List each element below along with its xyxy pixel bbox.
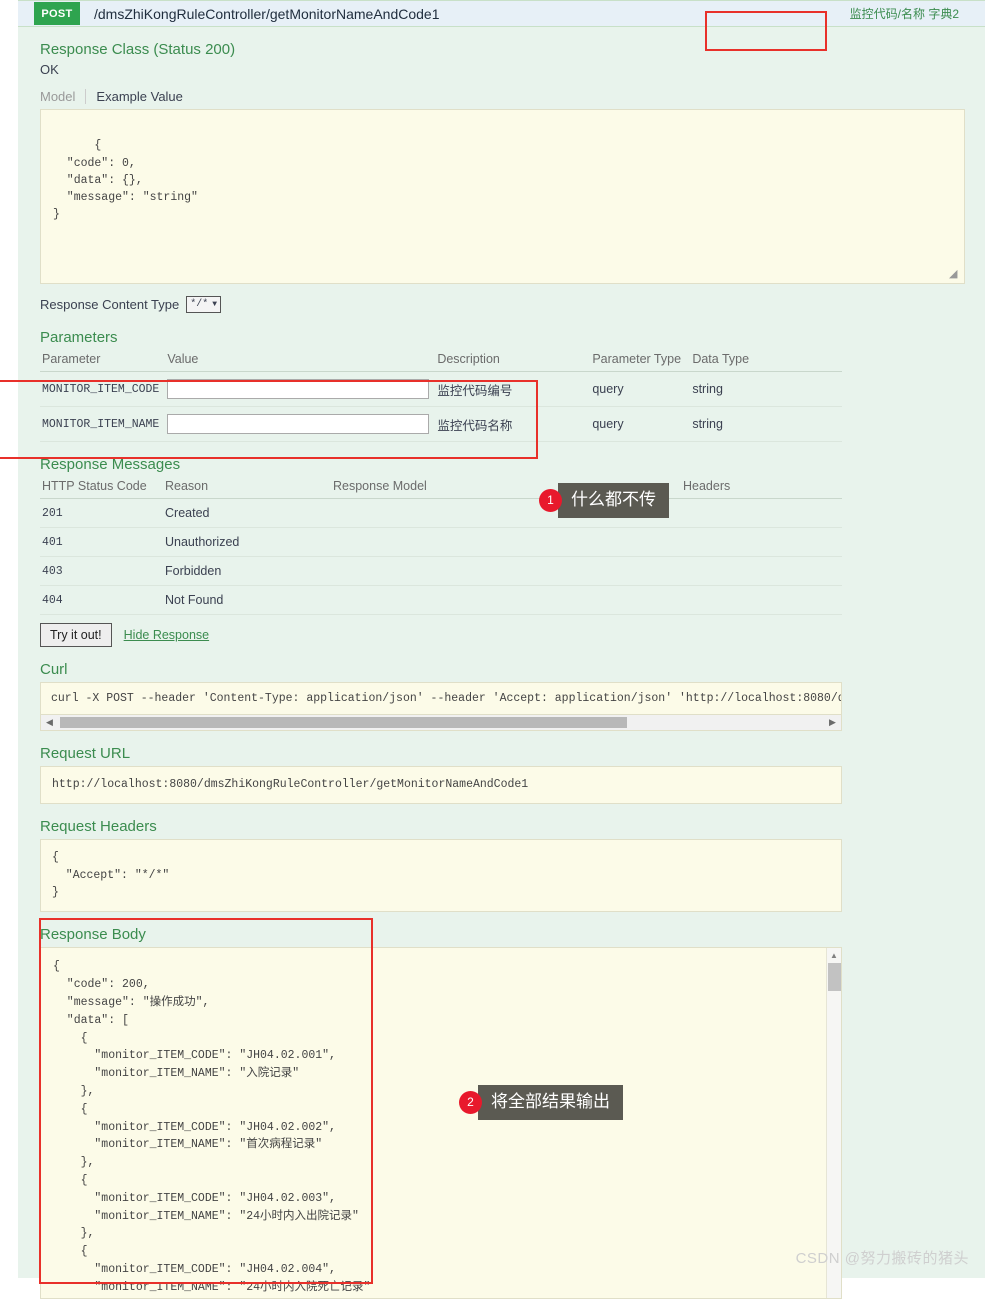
status-reason: Created	[163, 498, 331, 528]
csdn-watermark: CSDN @努力搬砖的猪头	[795, 1250, 969, 1267]
request-url-box: http://localhost:8080/dmsZhiKongRuleCont…	[40, 766, 842, 804]
callout-number: 2	[460, 1091, 481, 1113]
param-data-type: string	[690, 371, 842, 407]
param-value-cell	[165, 406, 436, 442]
status-headers	[681, 498, 842, 528]
param-type: query	[590, 406, 691, 442]
request-headers-box: { "Accept": "*/*" }	[40, 838, 842, 913]
status-headers	[681, 585, 842, 615]
curl-horizontal-scrollbar[interactable]: ◀ ▶	[41, 714, 841, 730]
response-messages-table: HTTP Status Code Reason Response Model H…	[40, 477, 842, 615]
col-headers: Headers	[681, 477, 842, 499]
scroll-thumb[interactable]	[827, 963, 841, 992]
try-it-out-button[interactable]: Try it out!	[40, 623, 112, 647]
response-body-vertical-scrollbar[interactable]: ▲	[826, 948, 841, 1299]
status-code: 404	[40, 585, 163, 615]
action-row: Try it out! Hide Response	[40, 623, 965, 647]
parameters-table: Parameter Value Description Parameter Ty…	[40, 350, 842, 442]
param-type: query	[590, 371, 691, 407]
operation-summary-link[interactable]: 监控代码/名称 字典2	[850, 5, 977, 22]
operation-header[interactable]: POST /dmsZhiKongRuleController/getMonito…	[18, 0, 985, 27]
operation-body: Response Class (Status 200) OK Model Exa…	[0, 11, 985, 1299]
table-row: 201 Created	[40, 498, 842, 528]
response-messages-header-row: HTTP Status Code Reason Response Model H…	[40, 477, 842, 499]
status-model	[331, 556, 681, 586]
table-row: MONITOR_ITEM_CODE 监控代码编号 query string	[40, 371, 842, 407]
callout-text: 什么都不传	[558, 483, 669, 518]
param-value-cell	[165, 371, 436, 407]
col-http-status-code: HTTP Status Code	[40, 477, 163, 499]
status-reason: Forbidden	[163, 556, 331, 586]
operation-path: /dmsZhiKongRuleController/getMonitorName…	[94, 5, 440, 22]
table-row: MONITOR_ITEM_NAME 监控代码名称 query string	[40, 406, 842, 442]
scroll-left-arrow-icon[interactable]: ◀	[41, 717, 58, 728]
param-value-input-monitor-item-code[interactable]	[167, 379, 430, 399]
http-method-badge: POST	[34, 2, 80, 25]
col-reason: Reason	[163, 477, 331, 499]
col-value: Value	[165, 350, 436, 372]
tab-model[interactable]: Model	[40, 89, 85, 104]
table-row: 401 Unauthorized	[40, 527, 842, 557]
example-value-code: { "code": 0, "data": {}, "message": "str…	[53, 139, 198, 222]
tab-example-value[interactable]: Example Value	[85, 89, 192, 104]
scroll-right-arrow-icon[interactable]: ▶	[824, 717, 841, 728]
scroll-track[interactable]	[58, 717, 824, 728]
request-url-heading: Request URL	[40, 745, 131, 762]
status-code: 403	[40, 556, 163, 586]
callout-1: 1 什么都不传	[540, 483, 669, 518]
chevron-down-icon: ▼	[212, 300, 218, 309]
status-code: 201	[40, 498, 163, 528]
response-content-type-select[interactable]: */* ▼	[186, 296, 222, 313]
param-value-input-monitor-item-name[interactable]	[167, 414, 430, 434]
param-name: MONITOR_ITEM_NAME	[40, 406, 166, 442]
example-value-box: { "code": 0, "data": {}, "message": "str…	[40, 109, 965, 284]
table-row: 403 Forbidden	[40, 556, 842, 586]
callout-number: 1	[540, 489, 561, 511]
col-parameter-type: Parameter Type	[590, 350, 691, 372]
model-example-tabs: Model Example Value	[40, 89, 965, 104]
response-class-status-text: OK	[40, 62, 59, 77]
page-left-margin	[0, 0, 18, 1278]
table-row: 404 Not Found	[40, 585, 842, 615]
col-description: Description	[435, 350, 591, 372]
status-code: 401	[40, 527, 163, 557]
scroll-thumb[interactable]	[60, 717, 627, 728]
response-body-box: { "code": 200, "message": "操作成功", "data"…	[40, 947, 842, 1299]
status-reason: Not Found	[163, 585, 331, 615]
param-description: 监控代码编号	[435, 371, 591, 407]
request-headers-heading: Request Headers	[40, 817, 157, 835]
curl-command: curl -X POST --header 'Content-Type: app…	[51, 692, 841, 705]
param-data-type: string	[690, 406, 842, 442]
status-model	[331, 527, 681, 557]
status-headers	[681, 527, 842, 557]
status-model	[331, 585, 681, 615]
response-body-heading: Response Body	[40, 926, 146, 944]
response-content-type-row: Response Content Type */* ▼	[40, 296, 965, 313]
callout-2: 2 将全部结果输出	[460, 1085, 623, 1120]
resize-grip-icon[interactable]: ◢	[949, 269, 961, 281]
content-type-value: */*	[190, 299, 209, 310]
callout-text: 将全部结果输出	[478, 1085, 623, 1120]
response-class-heading: Response Class (Status 200)	[40, 41, 236, 58]
response-messages-heading: Response Messages	[40, 456, 181, 473]
status-headers	[681, 556, 842, 586]
response-body-wrap: { "code": 200, "message": "操作成功", "data"…	[40, 947, 842, 1299]
response-content-type-label: Response Content Type	[40, 297, 180, 312]
scroll-up-arrow-icon[interactable]: ▲	[827, 948, 841, 960]
hide-response-link[interactable]: Hide Response	[124, 628, 209, 642]
parameters-heading: Parameters	[40, 329, 118, 346]
status-reason: Unauthorized	[163, 527, 331, 557]
param-name: MONITOR_ITEM_CODE	[40, 371, 166, 407]
parameters-header-row: Parameter Value Description Parameter Ty…	[40, 350, 842, 372]
curl-heading: Curl	[40, 661, 68, 678]
col-data-type: Data Type	[690, 350, 842, 372]
col-parameter: Parameter	[40, 350, 166, 372]
swagger-operation-panel: POST /dmsZhiKongRuleController/getMonito…	[0, 0, 985, 1299]
param-description: 监控代码名称	[435, 406, 591, 442]
curl-box: curl -X POST --header 'Content-Type: app…	[40, 682, 842, 731]
